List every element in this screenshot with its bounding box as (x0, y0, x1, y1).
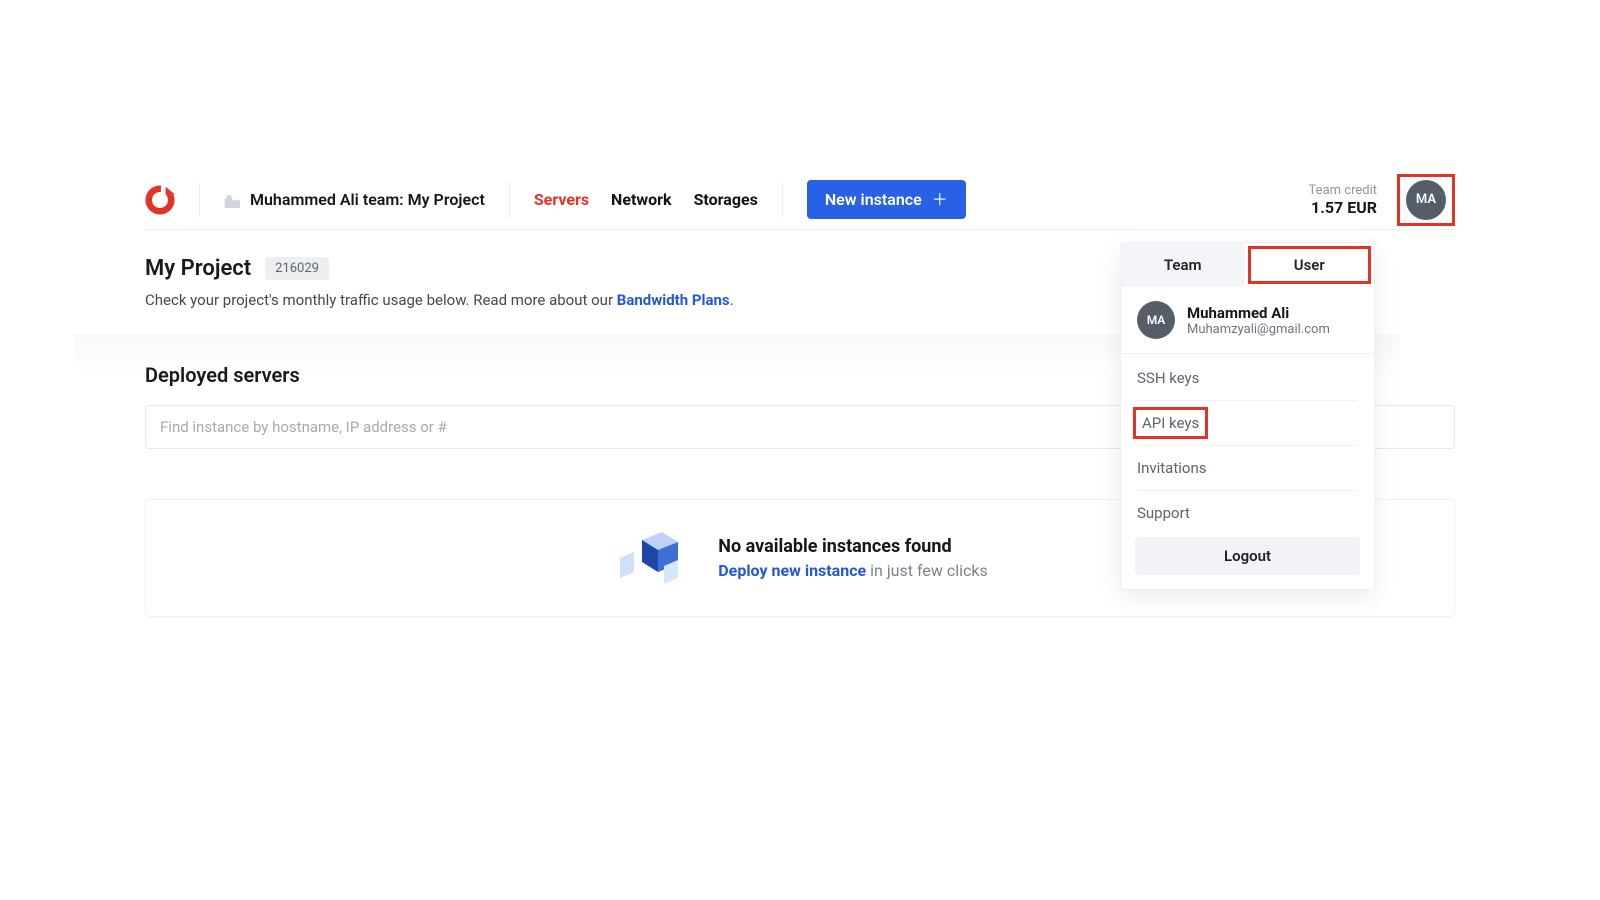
new-instance-button[interactable]: New instance ＋ (807, 180, 966, 219)
menu-item-invitations[interactable]: Invitations (1121, 450, 1374, 486)
nav-links: Servers Network Storages (534, 190, 758, 209)
project-id-badge: 216029 (265, 257, 329, 280)
user-menu-popover: Team User MA Muhammed Ali Muhamzyali@gma… (1120, 242, 1375, 590)
divider (199, 182, 200, 218)
tab-team[interactable]: Team (1121, 243, 1245, 287)
tab-user[interactable]: User (1245, 243, 1375, 287)
bandwidth-plans-link[interactable]: Bandwidth Plans (617, 291, 730, 309)
breadcrumb-text: Muhammed Ali team: My Project (250, 190, 485, 209)
logo-icon (145, 185, 175, 215)
nav-storages[interactable]: Storages (694, 190, 758, 209)
user-info-row: MA Muhammed Ali Muhamzyali@gmail.com (1121, 287, 1374, 354)
menu-item-support[interactable]: Support (1121, 495, 1374, 531)
divider (509, 182, 510, 218)
user-name: Muhammed Ali (1187, 304, 1330, 322)
project-title: My Project (145, 256, 251, 281)
avatar-highlight: MA (1397, 174, 1455, 226)
menu-item-ssh-keys[interactable]: SSH keys (1121, 360, 1374, 396)
empty-state-title: No available instances found (718, 536, 987, 557)
folder-icon (224, 193, 242, 207)
top-bar: Muhammed Ali team: My Project Servers Ne… (145, 170, 1455, 230)
nav-network[interactable]: Network (611, 190, 672, 209)
team-credit: Team credit 1.57 EUR (1309, 183, 1377, 217)
logout-button[interactable]: Logout (1135, 537, 1360, 575)
divider (782, 182, 783, 218)
credit-value: 1.57 EUR (1311, 198, 1377, 217)
new-instance-label: New instance (825, 190, 922, 209)
avatar-small: MA (1137, 301, 1175, 339)
user-email: Muhamzyali@gmail.com (1187, 322, 1330, 337)
breadcrumb[interactable]: Muhammed Ali team: My Project (224, 190, 485, 209)
menu-item-api-keys[interactable]: API keys (1133, 407, 1208, 439)
empty-state-illustration (612, 528, 692, 588)
avatar[interactable]: MA (1406, 180, 1446, 220)
credit-label: Team credit (1309, 183, 1377, 198)
nav-servers[interactable]: Servers (534, 190, 589, 209)
plus-icon: ＋ (932, 192, 948, 208)
deploy-new-instance-link[interactable]: Deploy new instance (718, 561, 866, 580)
